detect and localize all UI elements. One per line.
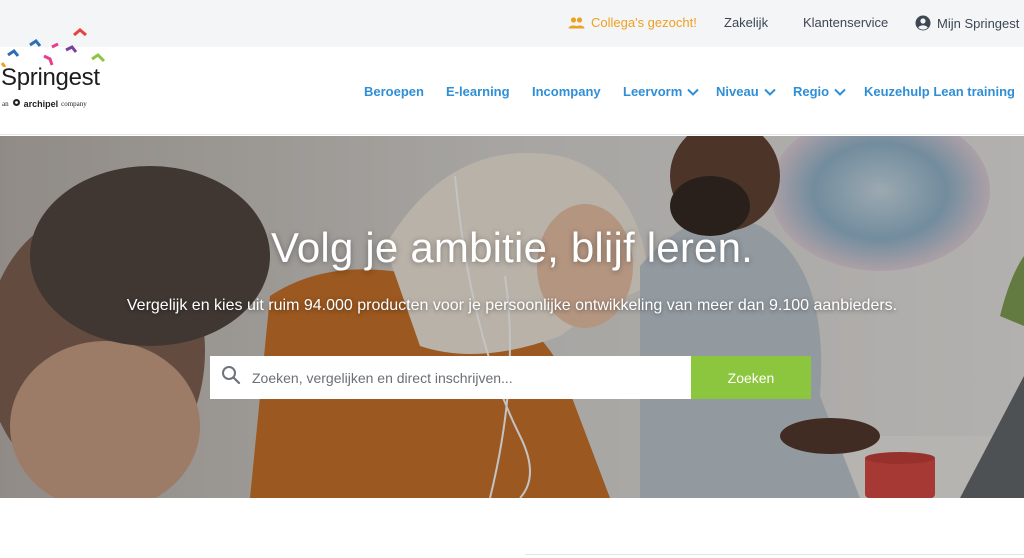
business-link[interactable]: Zakelijk — [724, 15, 768, 30]
customer-service-link[interactable]: Klantenservice — [803, 15, 888, 30]
search-box — [210, 356, 691, 399]
logo-wordmark: Springest — [1, 64, 100, 91]
colleagues-link[interactable]: Collega's gezocht! — [568, 15, 697, 30]
nav-label: E-learning — [446, 84, 510, 99]
nav-item-e-learning[interactable]: E-learning — [446, 84, 510, 99]
search-button[interactable]: Zoeken — [691, 356, 811, 399]
nav-item-regio[interactable]: Regio — [793, 84, 846, 99]
top-utility-bar: Collega's gezocht! Zakelijk Klantenservi… — [0, 0, 1024, 47]
logo-sub-suffix: company — [61, 99, 87, 108]
hero-subtitle: Vergelijk en kies uit ruim 94.000 produc… — [126, 297, 898, 314]
nav-label: Leervorm — [623, 84, 683, 99]
chevron-down-icon — [834, 84, 846, 99]
hero-title: Volg je ambitie, blijf leren. — [270, 224, 754, 271]
section-divider — [525, 554, 1024, 555]
logo-sub-brand: archipel — [23, 98, 59, 109]
people-icon — [568, 16, 585, 29]
logo-subline: an archipel company — [2, 98, 87, 109]
springest-logo[interactable]: Springest an archipel company — [0, 25, 112, 115]
nav-item-leervorm[interactable]: Leervorm — [623, 84, 699, 99]
my-account-label: Mijn Springest — [937, 15, 1020, 31]
nav-label: Incompany — [532, 84, 601, 99]
search-icon — [210, 365, 250, 390]
customer-service-label: Klantenservice — [803, 15, 889, 30]
nav-item-niveau[interactable]: Niveau — [716, 84, 776, 99]
logo-sub-prefix: an — [2, 99, 9, 108]
nav-label: Regio — [793, 84, 830, 99]
account-circle-icon — [915, 15, 931, 31]
nav-label: Keuzehulp Lean training — [864, 84, 1015, 99]
nav-item-beroepen[interactable]: Beroepen — [364, 84, 424, 99]
main-header: Springest an archipel company Beroepen E… — [0, 28, 1024, 135]
business-label: Zakelijk — [724, 15, 769, 30]
hero-overlay — [0, 136, 1024, 498]
nav-label: Niveau — [716, 84, 759, 99]
nav-item-incompany[interactable]: Incompany — [532, 84, 601, 99]
my-account-link[interactable]: Mijn Springest — [915, 15, 1019, 31]
search-input[interactable] — [250, 356, 691, 399]
chevron-down-icon — [763, 84, 776, 99]
logo-mark-icon — [0, 28, 106, 67]
colleagues-label: Collega's gezocht! — [591, 15, 697, 30]
nav-label: Beroepen — [364, 84, 424, 99]
nav-item-keuzehulp[interactable]: Keuzehulp Lean training — [864, 84, 1015, 99]
chevron-down-icon — [687, 84, 699, 99]
archipel-icon — [12, 98, 21, 109]
hero-banner: Volg je ambitie, blijf leren. Vergelijk … — [0, 136, 1024, 498]
